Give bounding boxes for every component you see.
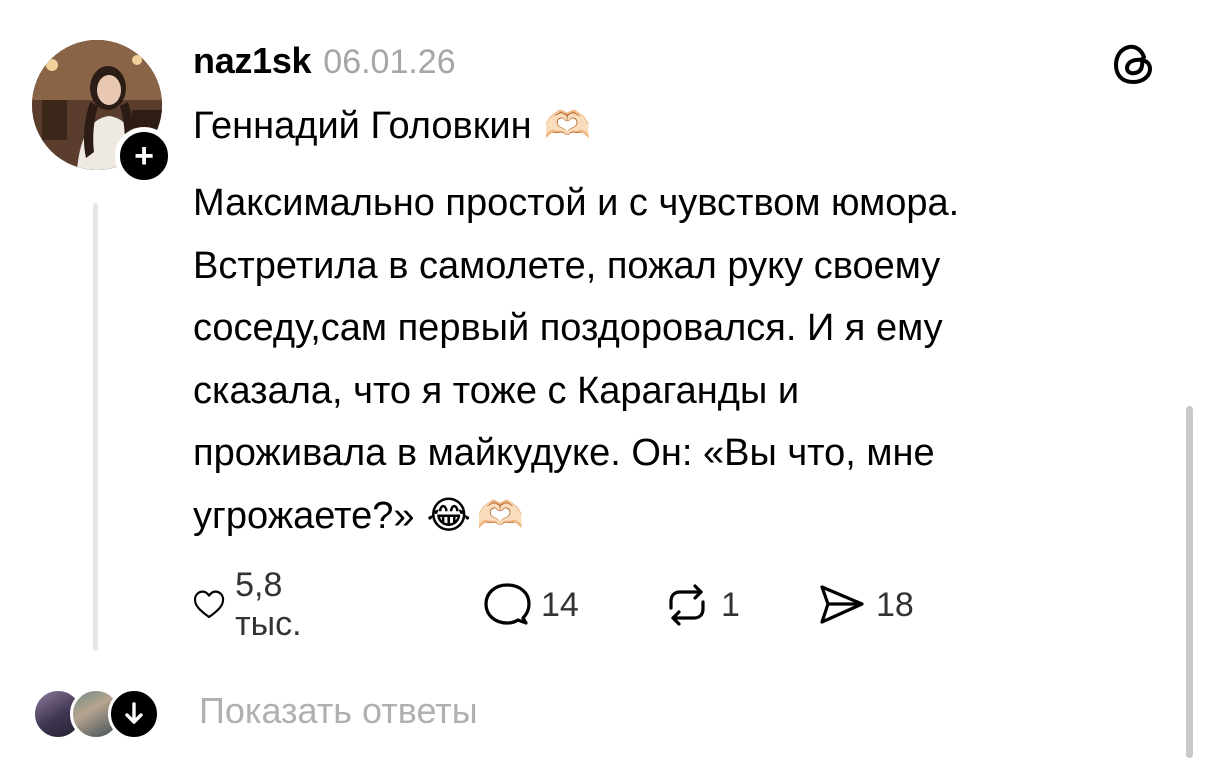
heart-hands-emoji: 🫶🏻	[476, 494, 525, 537]
expand-replies-button[interactable]	[108, 688, 160, 740]
share-button[interactable]: 18	[818, 582, 914, 628]
threads-logo-icon[interactable]	[1110, 40, 1158, 88]
comment-button[interactable]: 14	[483, 582, 579, 628]
share-count: 18	[876, 585, 914, 624]
repost-icon	[669, 584, 705, 626]
show-replies-row[interactable]: Показать ответы	[32, 686, 632, 740]
body-line: сказала, что я тоже с Караганды и	[193, 369, 800, 412]
body-line-last: угрожаете?» 😂 🫶🏻	[193, 485, 1153, 548]
body-line: Максимально простой и с чувством юмора.	[193, 182, 960, 224]
heart-hands-emoji: 🫶🏻	[543, 105, 591, 147]
username[interactable]: naz1sk	[193, 40, 312, 82]
show-replies-link[interactable]: Показать ответы	[199, 690, 478, 732]
body-line: соседу,сам первый поздоровался. И я ему	[193, 307, 943, 349]
body-line: проживала в майкудуке. Он: «Вы что, мне	[193, 432, 935, 474]
post-header: naz1sk 06.01.26	[193, 40, 456, 90]
laughing-emoji: 😂	[426, 494, 471, 537]
like-button[interactable]: 5,8 тыс.	[193, 566, 317, 643]
repost-button[interactable]: 1	[663, 582, 740, 628]
plus-icon: +	[134, 137, 154, 175]
heart-icon	[193, 590, 225, 619]
speech-bubble-icon	[484, 583, 531, 625]
post-date: 06.01.26	[323, 43, 456, 81]
arrow-down-icon	[125, 702, 143, 724]
post-body: Максимально простой и с чувством юмора. …	[193, 172, 1153, 547]
repost-count: 1	[721, 585, 740, 624]
post-title-line: Геннадий Головкин 🫶🏻	[193, 104, 591, 148]
body-line: Встретила в самолете, пожал руку своему	[193, 244, 941, 287]
follow-button[interactable]: +	[115, 127, 173, 185]
like-count: 5,8 тыс.	[235, 566, 302, 643]
comment-count: 14	[541, 585, 579, 624]
post-title: Геннадий Головкин	[193, 104, 532, 147]
scrollbar[interactable]	[1186, 406, 1193, 758]
send-icon	[820, 585, 864, 624]
thread-connector-line	[93, 203, 98, 651]
body-line-text: угрожаете?»	[193, 494, 415, 537]
